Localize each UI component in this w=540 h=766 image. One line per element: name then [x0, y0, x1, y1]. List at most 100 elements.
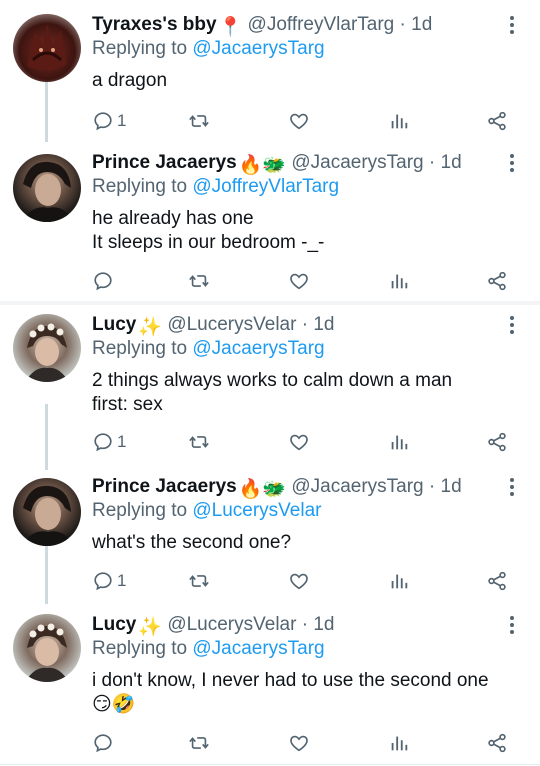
action-bar: 1: [92, 568, 520, 594]
tweet-header: Lucy ✨ @LucerysVelar · 1d: [92, 312, 496, 338]
avatar[interactable]: [13, 314, 81, 382]
tweet-header: Prince Jacaerys 🔥🐲 @JacaerysTarg · 1d: [92, 474, 496, 500]
dragon-avatar-icon: [27, 24, 67, 71]
analytics-button[interactable]: [388, 568, 410, 594]
reply-icon: [92, 570, 114, 592]
handle[interactable]: @LucerysVelar: [167, 614, 296, 635]
tweet-header: Lucy ✨ @LucerysVelar · 1d: [92, 612, 496, 638]
reply-count: 1: [117, 571, 127, 590]
like-button[interactable]: [288, 429, 310, 455]
like-button[interactable]: [288, 730, 310, 756]
reply-icon: [92, 431, 114, 453]
display-name[interactable]: Prince Jacaerys: [92, 476, 237, 497]
share-button[interactable]: [486, 268, 508, 294]
like-button[interactable]: [288, 108, 310, 134]
analytics-button[interactable]: [388, 108, 410, 134]
display-name[interactable]: Tyraxes's bby: [92, 14, 217, 35]
timestamp[interactable]: 1d: [313, 314, 334, 335]
tweet[interactable]: Lucy ✨ @LucerysVelar · 1d Replying to @Ja…: [0, 612, 540, 764]
timestamp[interactable]: 1d: [411, 14, 432, 35]
separator-dot: ·: [301, 314, 309, 335]
reply-button[interactable]: [92, 730, 117, 756]
more-options-icon[interactable]: [504, 616, 520, 636]
analytics-icon: [388, 570, 410, 592]
reply-icon: [92, 732, 114, 754]
analytics-button[interactable]: [388, 429, 410, 455]
replying-prefix: Replying to: [92, 500, 188, 521]
avatar[interactable]: [13, 478, 81, 546]
display-name[interactable]: Lucy: [92, 314, 136, 335]
retweet-button[interactable]: [188, 568, 210, 594]
analytics-button[interactable]: [388, 268, 410, 294]
share-button[interactable]: [486, 730, 508, 756]
share-icon: [486, 732, 508, 754]
replying-to: Replying to @JacaerysTarg: [92, 636, 325, 662]
mention-link[interactable]: @JacaerysTarg: [192, 338, 324, 359]
like-icon: [288, 570, 310, 592]
timestamp[interactable]: 1d: [441, 476, 462, 497]
separator-dot: ·: [428, 476, 436, 497]
mention-link[interactable]: @JoffreyVlarTarg: [192, 176, 339, 197]
retweet-button[interactable]: [188, 730, 210, 756]
share-button[interactable]: [486, 108, 508, 134]
analytics-button[interactable]: [388, 730, 410, 756]
replying-prefix: Replying to: [92, 38, 188, 59]
action-bar: 1: [92, 429, 520, 455]
handle[interactable]: @JoffreyVlarTarg: [248, 14, 395, 35]
tweet-text: a dragon: [92, 70, 168, 91]
like-icon: [288, 431, 310, 453]
mention-link[interactable]: @LucerysVelar: [192, 500, 321, 521]
retweet-button[interactable]: [188, 429, 210, 455]
timestamp[interactable]: 1d: [313, 614, 334, 635]
display-name[interactable]: Lucy: [92, 614, 136, 635]
avatar[interactable]: [13, 614, 81, 682]
share-button[interactable]: [486, 568, 508, 594]
tweet[interactable]: Lucy ✨ @LucerysVelar · 1d Replying to @Ja…: [0, 312, 540, 464]
conversation-divider: [0, 301, 540, 305]
mention-link[interactable]: @JacaerysTarg: [192, 638, 324, 659]
timestamp[interactable]: 1d: [441, 152, 462, 173]
tweet-text: i don't know, I never had to use the sec…: [92, 670, 489, 715]
handle[interactable]: @JacaerysTarg: [291, 476, 423, 497]
tweet-text: 2 things always works to calm down a man…: [92, 370, 453, 415]
reply-button[interactable]: [92, 268, 117, 294]
retweet-button[interactable]: [188, 108, 210, 134]
mention-link[interactable]: @JacaerysTarg: [192, 38, 324, 59]
handle[interactable]: @JacaerysTarg: [291, 152, 423, 173]
tweet[interactable]: Prince Jacaerys 🔥🐲 @JacaerysTarg · 1d Rep…: [0, 150, 540, 300]
like-button[interactable]: [288, 568, 310, 594]
share-icon: [486, 570, 508, 592]
flower-crown-avatar-icon: [25, 623, 69, 682]
like-icon: [288, 270, 310, 292]
avatar[interactable]: [13, 154, 81, 222]
reply-button[interactable]: 1: [92, 108, 126, 134]
reply-count: 1: [117, 432, 127, 451]
reply-button[interactable]: 1: [92, 429, 126, 455]
action-bar: 1: [92, 108, 520, 134]
share-icon: [486, 270, 508, 292]
more-options-icon[interactable]: [504, 316, 520, 336]
analytics-icon: [388, 110, 410, 132]
analytics-icon: [388, 431, 410, 453]
display-name[interactable]: Prince Jacaerys: [92, 152, 237, 173]
more-options-icon[interactable]: [504, 16, 520, 36]
tweet[interactable]: Prince Jacaerys 🔥🐲 @JacaerysTarg · 1d Rep…: [0, 474, 540, 600]
analytics-icon: [388, 270, 410, 292]
more-options-icon[interactable]: [504, 478, 520, 498]
handle[interactable]: @LucerysVelar: [167, 314, 296, 335]
retweet-icon: [188, 270, 210, 292]
reply-button[interactable]: 1: [92, 568, 126, 594]
replying-prefix: Replying to: [92, 176, 188, 197]
more-options-icon[interactable]: [504, 154, 520, 174]
avatar[interactable]: [13, 14, 81, 82]
analytics-icon: [388, 732, 410, 754]
replying-to: Replying to @LucerysVelar: [92, 498, 321, 524]
retweet-icon: [188, 110, 210, 132]
share-button[interactable]: [486, 429, 508, 455]
replying-to: Replying to @JoffreyVlarTarg: [92, 174, 339, 200]
like-button[interactable]: [288, 268, 310, 294]
tweet[interactable]: Tyraxes's bby 📍 @JoffreyVlarTarg · 1d Rep…: [0, 12, 540, 147]
retweet-button[interactable]: [188, 268, 210, 294]
like-icon: [288, 110, 310, 132]
replying-to: Replying to @JacaerysTarg: [92, 36, 325, 62]
